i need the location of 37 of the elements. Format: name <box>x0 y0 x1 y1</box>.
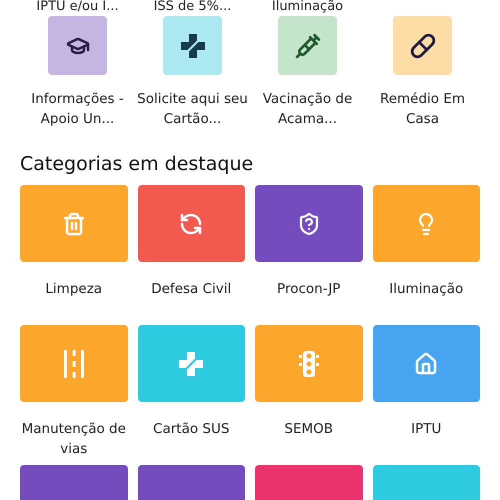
service-label: IPTU e/ou I... <box>36 0 119 14</box>
service-label: Vacinação de Acama... <box>262 90 354 129</box>
service-tile[interactable] <box>163 16 222 75</box>
service-label: Informações - Apoio Un... <box>30 90 125 129</box>
category-tile[interactable] <box>372 185 480 262</box>
medical-cross-icon <box>179 352 204 376</box>
category-tile[interactable] <box>255 185 362 262</box>
category-label: Cartão SUS <box>153 420 230 439</box>
category-label: Defesa Civil <box>151 280 232 299</box>
trash-icon <box>62 212 86 236</box>
traffic-light-icon <box>298 350 319 376</box>
pill-icon <box>410 32 436 58</box>
category-label: IPTU <box>411 420 442 439</box>
syringe-icon <box>294 32 320 58</box>
category-label: Limpeza <box>45 280 102 299</box>
category-tile[interactable] <box>20 185 128 262</box>
service-label: Remédio Em Casa <box>378 90 466 129</box>
service-tile[interactable] <box>393 16 452 75</box>
service-label: ISS de 5%... <box>154 0 232 14</box>
house-icon <box>414 352 438 376</box>
medical-cross-icon <box>180 34 204 58</box>
service-label: Solicite aqui seu Cartão... <box>136 90 248 129</box>
category-label: Manutenção de vias <box>20 420 127 459</box>
service-tile[interactable] <box>48 16 107 75</box>
arrows-icon <box>179 212 204 236</box>
service-label: Iluminação <box>272 0 344 14</box>
category-tile[interactable] <box>372 325 480 402</box>
category-label: Iluminação <box>389 280 464 299</box>
category-tile[interactable] <box>138 185 245 262</box>
section-title: Categorias em destaque <box>20 153 254 175</box>
service-tile[interactable] <box>278 16 337 75</box>
road-icon <box>62 350 85 378</box>
category-label: SEMOB <box>284 420 334 439</box>
category-tile[interactable] <box>20 325 128 402</box>
category-tile[interactable] <box>138 325 245 402</box>
category-tile[interactable] <box>255 325 362 402</box>
category-label: Procon-JP <box>277 280 340 299</box>
